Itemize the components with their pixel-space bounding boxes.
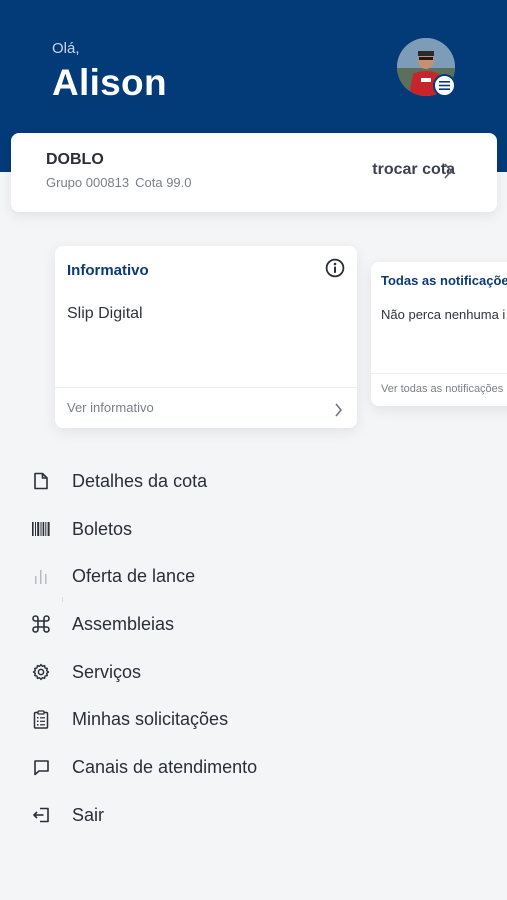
chat-bubble-icon bbox=[31, 757, 51, 777]
greeting-text: Olá, bbox=[52, 40, 80, 57]
menu-item-minhas-solicitacoes[interactable]: Minhas solicitações bbox=[0, 697, 507, 745]
bar-chart-icon bbox=[31, 566, 51, 586]
menu-item-canais-de-atendimento[interactable]: Canais de atendimento bbox=[0, 745, 507, 793]
informativo-card[interactable]: Informativo Slip Digital Ver informativo bbox=[55, 246, 357, 428]
command-icon bbox=[31, 614, 51, 634]
menu-item-servicos[interactable]: Serviços bbox=[0, 650, 507, 698]
divider bbox=[55, 387, 357, 388]
notifications-title: Todas as notificações bbox=[381, 273, 507, 288]
chevron-right-icon bbox=[334, 402, 343, 423]
gear-icon bbox=[31, 662, 51, 682]
cota-name: DOBLO bbox=[46, 151, 104, 168]
barcode-icon bbox=[31, 519, 51, 539]
logout-icon bbox=[31, 805, 51, 825]
menu-item-label: Boletos bbox=[72, 518, 133, 539]
document-icon bbox=[31, 471, 51, 491]
menu-item-detalhes-da-cota[interactable]: Detalhes da cota bbox=[0, 459, 507, 507]
menu-item-oferta-de-lance[interactable]: Oferta de lance bbox=[0, 554, 507, 602]
informativo-body: Slip Digital bbox=[67, 305, 143, 322]
cota-details: Grupo 000813 Cota 99.0 bbox=[46, 175, 192, 190]
group-label: Grupo 000813 bbox=[46, 175, 130, 190]
menu-item-label: Assembleias bbox=[72, 614, 175, 635]
menu-item-label: Sair bbox=[72, 804, 105, 825]
menu-item-label: Canais de atendimento bbox=[72, 757, 258, 778]
user-name: Alison bbox=[52, 62, 167, 103]
clipboard-icon bbox=[31, 709, 51, 729]
divider bbox=[371, 373, 507, 374]
menu-item-sair[interactable]: Sair bbox=[0, 793, 507, 841]
cota-label: Cota 99.0 bbox=[135, 175, 192, 190]
menu-item-label: Detalhes da cota bbox=[72, 471, 208, 491]
chevron-right-icon bbox=[443, 162, 453, 185]
info-circle-icon[interactable] bbox=[325, 258, 345, 283]
menu-item-assembleias[interactable]: Assembleias bbox=[0, 602, 507, 650]
notifications-body: Não perca nenhuma i bbox=[381, 307, 506, 322]
ver-informativo-link[interactable]: Ver informativo bbox=[67, 400, 154, 415]
ver-notificacoes-link[interactable]: Ver todas as notificações bbox=[381, 383, 503, 395]
main-menu: Detalhes da cota Boletos Oferta de lance… bbox=[0, 459, 507, 841]
menu-lines-icon[interactable] bbox=[433, 74, 456, 97]
menu-item-label: Minhas solicitações bbox=[72, 709, 229, 730]
notifications-card[interactable]: Todas as notificações Não perca nenhuma … bbox=[371, 262, 507, 406]
cota-selector-card[interactable]: DOBLO Grupo 000813 Cota 99.0 trocar cota bbox=[11, 133, 497, 212]
menu-item-label: Serviços bbox=[72, 661, 142, 682]
menu-item-boletos[interactable]: Boletos bbox=[0, 507, 507, 555]
informativo-title: Informativo bbox=[67, 262, 149, 279]
menu-item-label: Oferta de lance bbox=[72, 566, 196, 587]
